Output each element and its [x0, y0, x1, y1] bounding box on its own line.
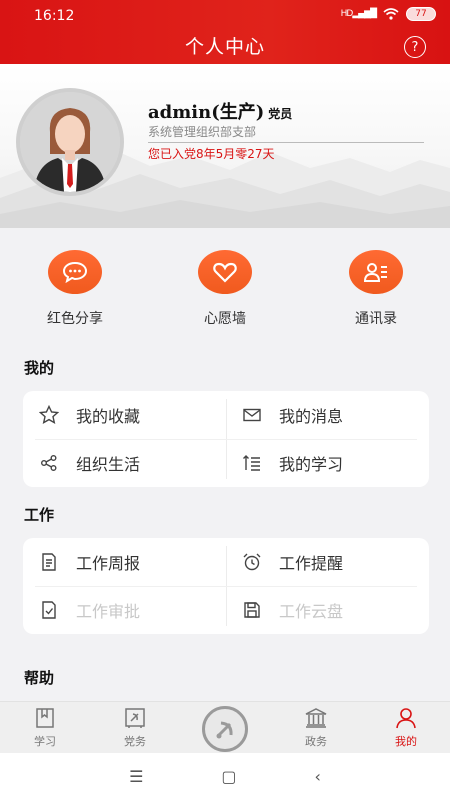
floppy-disk-icon — [244, 602, 260, 618]
menu-item-org-life[interactable]: 组织生活 — [23, 439, 226, 487]
party-flag-icon — [125, 708, 145, 728]
system-navigation-bar: ☰ ▢ ‹ — [0, 753, 450, 800]
status-time: 16:12 — [34, 8, 75, 24]
menu-item-weekly-report[interactable]: 工作周报 — [23, 538, 226, 586]
user-role: 党员 — [268, 107, 293, 121]
star-icon — [39, 405, 59, 424]
tab-study[interactable]: 学习 — [10, 706, 80, 749]
section-title-work: 工作 — [24, 506, 55, 524]
status-icons: HD▂▄▆█ 77 — [341, 7, 436, 21]
tab-government-affairs[interactable]: 政务 — [281, 706, 351, 749]
menu-icon[interactable]: ☰ — [129, 767, 143, 786]
signal-icon: HD▂▄▆█ — [340, 9, 377, 19]
top-bar: 16:12 HD▂▄▆█ 77 个人中心 ? — [0, 0, 450, 64]
profile-header: admin(生产) 党员 系统管理组织部支部 您已入党8年5月零27天 — [0, 64, 450, 228]
user-name: admin(生产) 党员 — [148, 102, 293, 123]
wifi-icon — [383, 8, 399, 20]
tab-mine[interactable]: 我的 — [371, 706, 441, 749]
document-icon — [42, 553, 56, 571]
person-icon — [396, 708, 416, 729]
bottom-tab-bar: 学习 党务 政务 我的 — [0, 701, 450, 753]
heart-icon — [198, 250, 252, 294]
menu-item-my-study[interactable]: 我的学习 — [226, 439, 429, 487]
home-square-icon[interactable]: ▢ — [221, 767, 236, 786]
quick-action-wish-wall[interactable]: 心愿墙 — [170, 250, 280, 328]
alarm-clock-icon — [243, 553, 261, 571]
quick-action-share[interactable]: 红色分享 — [20, 250, 130, 328]
tab-party-affairs[interactable]: 党务 — [100, 706, 170, 749]
battery-icon: 77 — [406, 7, 436, 21]
envelope-icon — [243, 408, 261, 422]
page-title: 个人中心 — [184, 36, 265, 58]
work-card: 工作周报 工作提醒 工作审批 工作云盘 — [23, 538, 429, 634]
user-department: 系统管理组织部支部 — [148, 123, 424, 143]
sort-list-icon — [243, 455, 260, 471]
menu-item-messages[interactable]: 我的消息 — [226, 391, 429, 439]
divider — [35, 439, 417, 440]
quick-action-contacts[interactable]: 通讯录 — [321, 250, 431, 328]
share-nodes-icon — [41, 455, 57, 471]
menu-item-favorites[interactable]: 我的收藏 — [23, 391, 226, 439]
book-icon — [36, 708, 54, 728]
divider — [35, 586, 417, 587]
user-portrait-icon — [20, 92, 120, 192]
quick-actions: 红色分享 心愿墙 通讯录 — [0, 228, 450, 338]
mine-card: 我的收藏 我的消息 组织生活 我的学习 — [23, 391, 429, 487]
contacts-icon — [349, 250, 403, 294]
party-emblem-icon[interactable] — [202, 706, 248, 752]
question-circle-icon[interactable]: ? — [404, 36, 426, 58]
menu-item-cloud-drive[interactable]: 工作云盘 — [226, 586, 429, 634]
government-building-icon — [305, 708, 327, 728]
menu-item-work-approval[interactable]: 工作审批 — [23, 586, 226, 634]
approval-check-icon — [42, 601, 56, 619]
back-chevron-icon[interactable]: ‹ — [315, 767, 321, 786]
menu-item-work-reminder[interactable]: 工作提醒 — [226, 538, 429, 586]
avatar[interactable] — [16, 88, 124, 196]
chat-bubble-icon — [48, 250, 102, 294]
party-duration: 您已入党8年5月零27天 — [148, 147, 275, 161]
section-title-mine: 我的 — [24, 359, 55, 377]
section-title-help: 帮助 — [24, 669, 55, 687]
